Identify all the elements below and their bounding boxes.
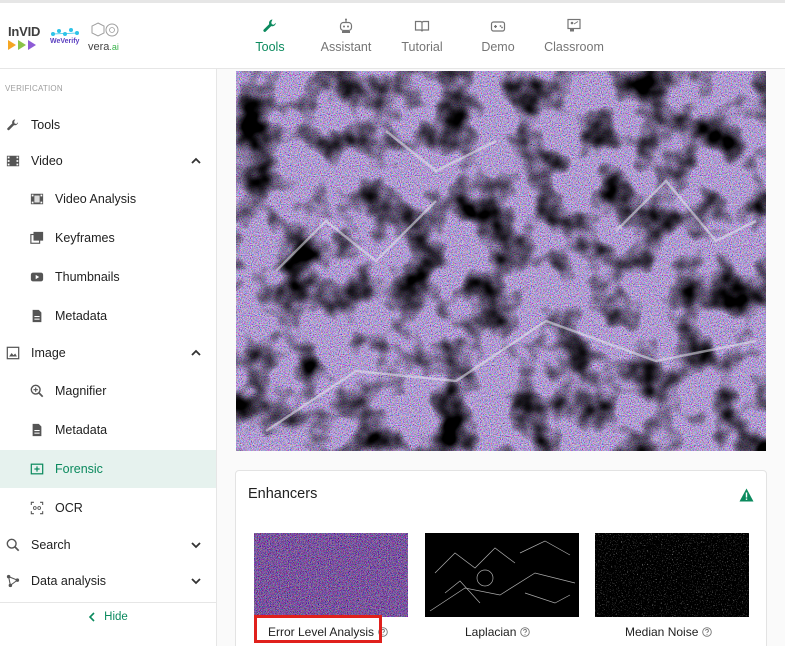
chevron-up-icon [191,349,201,356]
book-icon [414,20,430,32]
document-icon [32,423,42,437]
sidebar-item-image-metadata[interactable]: Metadata [0,411,216,449]
layers-icon [30,231,44,244]
ela-highlight-box [254,615,382,643]
film-strip-icon [30,193,44,205]
nav-assistant[interactable]: Assistant [308,3,384,69]
sidebar-item-ocr[interactable]: OCR [0,489,216,527]
help-icon[interactable] [520,627,531,637]
sidebar-item-forensic[interactable]: Forensic [0,450,216,488]
hide-sidebar-button[interactable]: Hide [0,602,216,630]
youtube-icon [30,272,44,282]
chevron-down-icon [191,578,201,585]
network-icon [6,574,20,588]
weverify-logo: WeVerify [50,25,84,49]
classroom-icon [567,18,581,32]
gamepad-icon [490,21,506,32]
median-noise-label[interactable]: Median Noise [625,625,713,639]
ocr-icon [30,501,44,515]
image-icon [6,346,20,360]
logo-group[interactable]: InVID WeVerify vera.ai [8,21,128,57]
sidebar-item-video[interactable]: Video [0,142,216,180]
sidebar-item-magnifier[interactable]: Magnifier [0,372,216,410]
nav-classroom[interactable]: Classroom [536,3,612,69]
sidebar-item-video-analysis[interactable]: Video Analysis [0,180,216,218]
wrench-icon [7,119,19,131]
enhancers-title: Enhancers [248,486,318,502]
sidebar-item-image[interactable]: Image [0,334,216,372]
sidebar: VERIFICATION Tools Video Video Analysis … [0,69,217,646]
nav-tools[interactable]: Tools [232,3,308,69]
sidebar-item-data-analysis[interactable]: Data analysis [0,562,216,600]
robot-icon [339,18,353,33]
sidebar-item-tools[interactable]: Tools [0,106,216,144]
main-content: Enhancers Error Level Analysis Laplacian… [217,69,785,646]
invid-logo: InVID [8,24,40,50]
sidebar-item-keyframes[interactable]: Keyframes [0,219,216,257]
magnifier-icon [30,384,44,398]
nav-tutorial[interactable]: Tutorial [384,3,460,69]
wrench-icon [263,19,276,32]
sidebar-item-search[interactable]: Search [0,526,216,564]
film-icon [6,155,20,167]
chevron-up-icon [191,157,201,164]
app-window: InVID WeVerify vera.ai Tools Assistant T… [0,0,785,646]
vera-ai-logo: vera.ai [88,21,128,55]
laplacian-label[interactable]: Laplacian [465,625,531,639]
ela-thumbnail[interactable] [254,533,408,617]
sidebar-item-thumbnails[interactable]: Thumbnails [0,258,216,296]
median-noise-thumbnail[interactable] [595,533,749,617]
forensic-result-image [236,71,766,451]
nav-demo[interactable]: Demo [460,3,536,69]
section-label: VERIFICATION [5,84,63,93]
laplacian-thumbnail[interactable] [425,533,579,617]
sidebar-item-video-metadata[interactable]: Metadata [0,297,216,335]
chevron-left-icon [89,611,95,622]
search-icon [6,538,20,552]
top-nav: Tools Assistant Tutorial Demo Classroom [232,3,612,69]
document-icon [32,309,42,323]
help-icon[interactable] [702,627,713,637]
enhancers-card: Enhancers Error Level Analysis Laplacian… [235,470,767,646]
top-header: InVID WeVerify vera.ai Tools Assistant T… [0,3,785,69]
forensic-icon [30,463,44,475]
warning-icon[interactable] [739,488,754,502]
chevron-down-icon [191,542,201,549]
